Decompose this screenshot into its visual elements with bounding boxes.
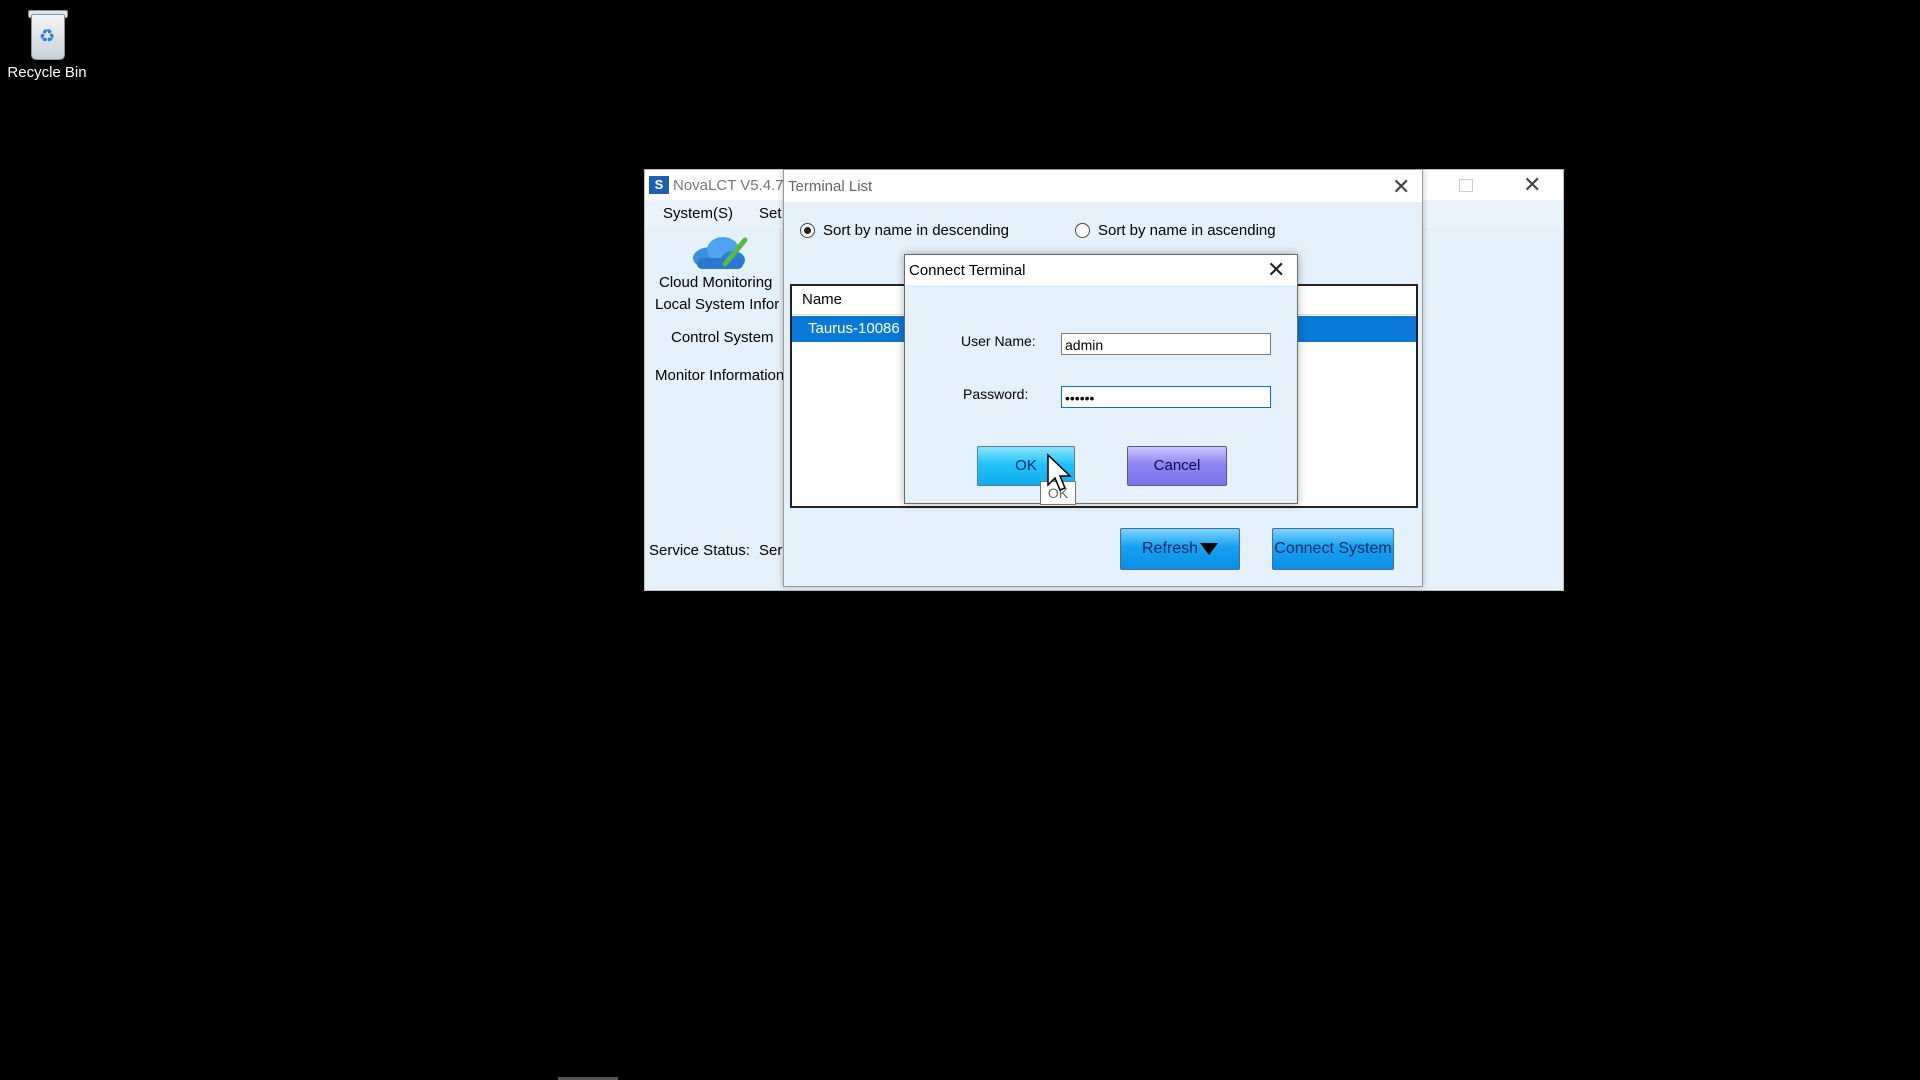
ok-button-label: OK xyxy=(1015,457,1037,474)
mouse-cursor-icon xyxy=(1047,453,1072,491)
recycle-bin-label: Recycle Bin xyxy=(7,64,87,81)
password-label: Password: xyxy=(963,386,1029,402)
username-input[interactable]: admin xyxy=(1061,333,1271,355)
recycle-bin-shortcut[interactable]: ♻ Recycle Bin xyxy=(4,8,90,81)
sort-ascending-radio[interactable]: Sort by name in ascending xyxy=(1075,222,1276,239)
connect-system-button[interactable]: Connect System xyxy=(1272,528,1394,570)
maximize-icon[interactable] xyxy=(1459,179,1473,192)
connect-terminal-title: Connect Terminal xyxy=(909,262,1026,279)
terminal-list-close-icon[interactable]: ✕ xyxy=(1392,174,1410,200)
main-close-icon[interactable]: ✕ xyxy=(1523,172,1541,198)
connect-system-label: Connect System xyxy=(1274,540,1392,557)
menu-system[interactable]: System(S) xyxy=(663,205,733,222)
novalct-app-icon: S xyxy=(649,176,669,194)
column-name-header: Name xyxy=(802,291,843,308)
connect-terminal-titlebar: Connect Terminal ✕ xyxy=(905,255,1297,285)
terminal-list-titlebar: Terminal List ✕ xyxy=(784,170,1422,202)
cancel-button[interactable]: Cancel xyxy=(1127,446,1227,486)
password-input[interactable]: •••••• xyxy=(1061,386,1271,408)
terminal-list-title: Terminal List xyxy=(788,178,873,195)
control-system-label[interactable]: Control System xyxy=(671,329,774,346)
cancel-button-label: Cancel xyxy=(1153,457,1201,474)
dropdown-arrow-icon xyxy=(1200,542,1219,555)
username-label: User Name: xyxy=(961,333,1036,349)
sort-descending-label: Sort by name in descending xyxy=(823,222,1009,239)
sort-descending-radio[interactable]: Sort by name in descending xyxy=(800,222,1009,239)
recycle-bin-icon: ♻ xyxy=(25,8,69,60)
refresh-button[interactable]: Refresh xyxy=(1120,528,1240,570)
terminal-row-name: Taurus-10086 xyxy=(808,320,900,337)
menu-settings[interactable]: Set xyxy=(759,205,782,222)
service-status-label: Service Status: xyxy=(649,542,750,559)
connect-terminal-close-icon[interactable]: ✕ xyxy=(1267,257,1285,283)
radio-checked-icon xyxy=(800,223,815,238)
sort-ascending-label: Sort by name in ascending xyxy=(1098,222,1276,239)
refresh-button-label: Refresh xyxy=(1141,540,1199,557)
service-status-value: Ser xyxy=(759,542,783,559)
radio-unchecked-icon xyxy=(1075,223,1090,238)
cloud-monitoring-label[interactable]: Cloud Monitoring xyxy=(659,274,772,291)
main-window-title: NovaLCT V5.4.7.1 xyxy=(673,177,797,194)
cloud-monitoring-icon[interactable] xyxy=(689,234,749,270)
monitor-information-label: Monitor Information xyxy=(655,367,785,384)
local-system-info-label: Local System Infor xyxy=(655,296,780,313)
connect-terminal-dialog: Connect Terminal ✕ User Name: admin Pass… xyxy=(904,254,1298,504)
